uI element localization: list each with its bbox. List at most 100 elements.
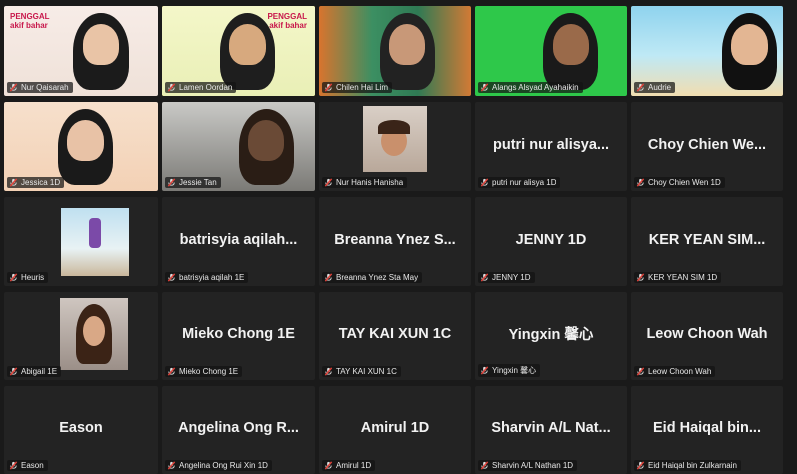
mic-muted-icon	[9, 461, 18, 470]
participant-name-label: TAY KAI XUN 1C	[322, 366, 401, 377]
participant-name: Breanna Ynez Sta May	[336, 273, 419, 282]
participant-tile[interactable]: Jessica 1D	[4, 102, 158, 191]
sticker-text: PENGGAL akif bahar	[267, 12, 307, 30]
participant-name: Leow Choon Wah	[648, 367, 712, 376]
mic-muted-icon	[167, 178, 176, 187]
participant-name: Chilen Hai Lim	[336, 83, 389, 92]
participant-name: Choy Chien Wen 1D	[648, 178, 721, 187]
mic-muted-icon	[9, 83, 18, 92]
participant-name: KER YEAN SIM 1D	[648, 273, 718, 282]
participant-tile[interactable]: Leow Choon Wah Leow Choon Wah	[631, 292, 783, 380]
mic-muted-icon	[480, 366, 489, 375]
participant-name: Eason	[21, 461, 44, 470]
participant-name-label: Audrie	[634, 82, 676, 93]
participant-display-name: KER YEAN SIM...	[648, 231, 766, 248]
participant-face	[83, 316, 105, 346]
participant-name: Yingxin 馨心	[492, 366, 537, 375]
participant-name: Angelina Ong Rui Xin 1D	[179, 461, 268, 470]
participant-name-label: Chilen Hai Lim	[322, 82, 393, 93]
mic-muted-icon	[480, 461, 489, 470]
mic-muted-icon	[324, 367, 333, 376]
participant-tile[interactable]: Jessie Tan	[162, 102, 315, 191]
participant-tile[interactable]: Angelina Ong R... Angelina Ong Rui Xin 1D	[162, 386, 315, 474]
participant-name-label: Choy Chien Wen 1D	[634, 177, 725, 188]
participant-name: Mieko Chong 1E	[179, 367, 239, 376]
participant-display-name: Eason	[59, 420, 103, 437]
participant-tile[interactable]: Amirul 1D Amirul 1D	[319, 386, 471, 474]
participant-tile[interactable]: Heuris	[4, 197, 158, 286]
participant-tile[interactable]: Mieko Chong 1E Mieko Chong 1E	[162, 292, 315, 380]
participant-tile[interactable]: KER YEAN SIM... KER YEAN SIM 1D	[631, 197, 783, 286]
figure-shape	[89, 218, 101, 248]
participant-name: Nur Qaisarah	[21, 83, 69, 92]
participant-name: Eid Haiqal bin Zulkarnain	[648, 461, 737, 470]
participant-display-name: putri nur alisya...	[492, 136, 610, 153]
participant-name: TAY KAI XUN 1C	[336, 367, 397, 376]
participant-name: Amirul 1D	[336, 461, 372, 470]
mic-muted-icon	[167, 273, 176, 282]
mic-muted-icon	[324, 178, 333, 187]
participant-face	[552, 24, 589, 66]
participant-name: Nur Hanis Hanisha	[336, 178, 404, 187]
profile-picture	[60, 298, 128, 370]
participant-tile[interactable]: Eid Haiqal bin... Eid Haiqal bin Zulkarna…	[631, 386, 783, 474]
participant-tile[interactable]: Audrie	[631, 6, 783, 96]
participant-name: Jessie Tan	[179, 178, 217, 187]
participant-name-label: Alangs Alsyad Ayahaikin	[478, 82, 583, 93]
mic-muted-icon	[324, 83, 333, 92]
participant-tile[interactable]: JENNY 1D JENNY 1D	[475, 197, 627, 286]
participant-face	[247, 119, 285, 161]
mic-muted-icon	[9, 367, 18, 376]
participant-display-name: Breanna Ynez S...	[334, 231, 456, 248]
participant-tile-active-speaker[interactable]: PENGGAL akif bahar Lamen Oordan	[162, 6, 315, 96]
participant-name-label: Lamen Oordan	[165, 82, 237, 93]
participant-tile[interactable]: Choy Chien We... Choy Chien Wen 1D	[631, 102, 783, 191]
participant-name-label: Leow Choon Wah	[634, 366, 716, 377]
participant-name-label: JENNY 1D	[478, 272, 535, 283]
mic-muted-icon	[480, 83, 489, 92]
participant-tile[interactable]: Chilen Hai Lim	[319, 6, 471, 96]
participant-name-label: batrisyia aqilah 1E	[165, 272, 249, 283]
participant-tile[interactable]: Yingxin 馨心 Yingxin 馨心	[475, 292, 627, 380]
participant-tile[interactable]: Abigail 1E	[4, 292, 158, 380]
participant-tile[interactable]: Nur Hanis Hanisha	[319, 102, 471, 191]
participant-display-name: Eid Haiqal bin...	[653, 420, 761, 437]
participant-display-name: Amirul 1D	[360, 420, 430, 437]
participant-display-name: Choy Chien We...	[647, 136, 767, 153]
participant-name: Sharvin A/L Nathan 1D	[492, 461, 574, 470]
participant-face	[388, 24, 426, 66]
participant-name-label: Jessie Tan	[165, 177, 221, 188]
participant-tile[interactable]: Sharvin A/L Nat... Sharvin A/L Nathan 1D	[475, 386, 627, 474]
participant-name: Alangs Alsyad Ayahaikin	[492, 83, 579, 92]
participant-name: batrisyia aqilah 1E	[179, 273, 245, 282]
participant-face	[229, 24, 267, 66]
participant-name-label: Nur Hanis Hanisha	[322, 177, 408, 188]
participant-name: Jessica 1D	[21, 178, 61, 187]
participant-display-name: Leow Choon Wah	[646, 326, 768, 343]
mic-muted-icon	[167, 461, 176, 470]
participant-name: JENNY 1D	[492, 273, 531, 282]
mic-muted-icon	[324, 273, 333, 282]
sticker-line: akif bahar	[269, 21, 307, 30]
participant-display-name: Sharvin A/L Nat...	[491, 420, 611, 437]
sticker-line: PENGGAL	[10, 12, 50, 21]
participant-tile[interactable]: TAY KAI XUN 1C TAY KAI XUN 1C	[319, 292, 471, 380]
mic-muted-icon	[480, 273, 489, 282]
participant-tile[interactable]: Breanna Ynez S... Breanna Ynez Sta May	[319, 197, 471, 286]
participant-tile[interactable]: Alangs Alsyad Ayahaikin	[475, 6, 627, 96]
sticker-line: akif bahar	[10, 21, 48, 30]
participant-tile[interactable]: putri nur alisya... putri nur alisya 1D	[475, 102, 627, 191]
participant-name-label: Eid Haiqal bin Zulkarnain	[634, 460, 741, 471]
participant-name-label: putri nur alisya 1D	[478, 177, 561, 188]
sticker-text: PENGGAL akif bahar	[10, 12, 50, 30]
gallery-grid: PENGGAL akif bahar Nur Qaisarah PENGGAL akif…	[4, 6, 783, 474]
participant-name: Audrie	[648, 83, 672, 92]
participant-display-name: TAY KAI XUN 1C	[338, 326, 452, 343]
participant-tile[interactable]: PENGGAL akif bahar Nur Qaisarah	[4, 6, 158, 96]
participant-name-label: Angelina Ong Rui Xin 1D	[165, 460, 272, 471]
participant-name-label: Amirul 1D	[322, 460, 376, 471]
participant-tile[interactable]: Eason Eason	[4, 386, 158, 474]
participant-name-label: Abigail 1E	[7, 366, 62, 377]
participant-tile[interactable]: batrisyia aqilah... batrisyia aqilah 1E	[162, 197, 315, 286]
participant-name: putri nur alisya 1D	[492, 178, 557, 187]
